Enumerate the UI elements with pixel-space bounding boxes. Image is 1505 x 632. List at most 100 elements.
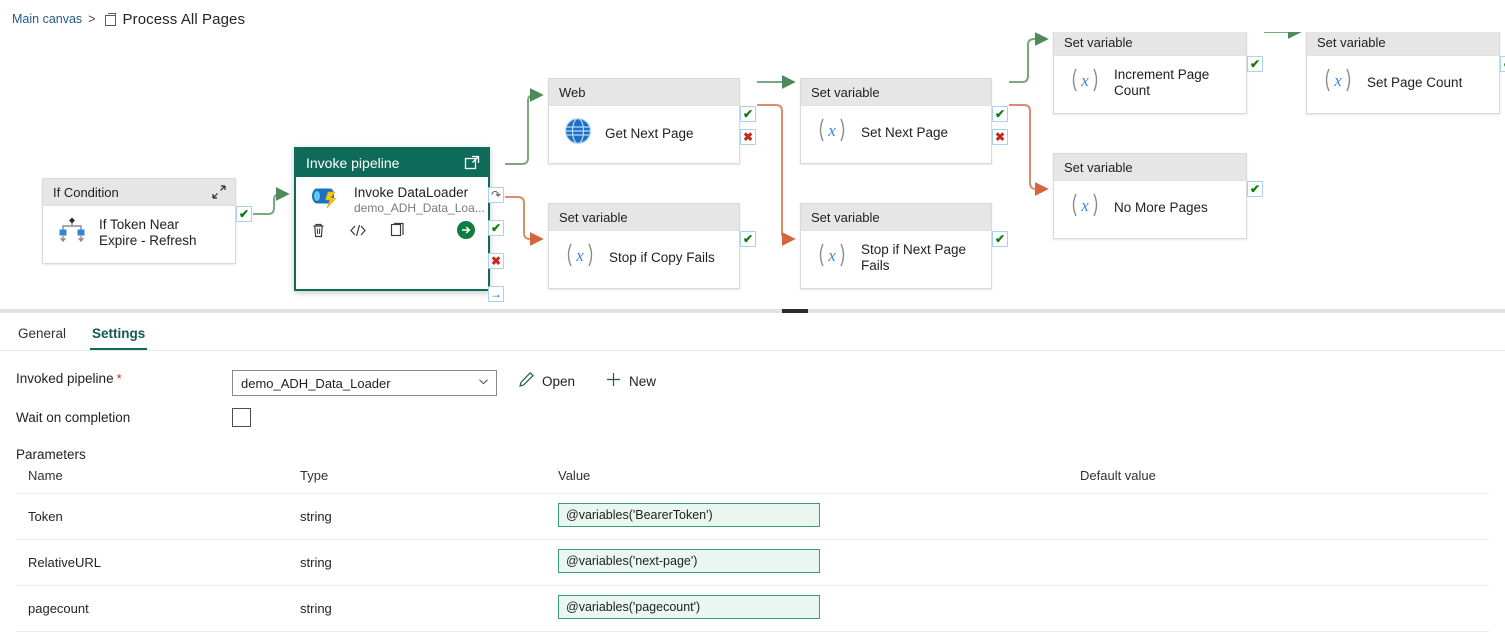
plus-icon — [605, 371, 622, 391]
handle-success-if-condition[interactable]: ✔ — [236, 206, 252, 222]
new-label: New — [629, 373, 657, 389]
activity-node-increment-page-count[interactable]: Set variable x Increment Page Count — [1053, 32, 1247, 114]
param-value-input[interactable]: @variables('BearerToken') — [558, 503, 820, 527]
activity-node-web-get-next-page[interactable]: Web Get Next Page — [548, 78, 740, 164]
run-icon[interactable] — [456, 220, 476, 245]
new-pipeline-button[interactable]: New — [605, 371, 656, 391]
table-row: pagecount string @variables('pagecount') — [16, 585, 1489, 632]
node-header: Set variable — [1054, 32, 1246, 56]
node-type-label: If Condition — [53, 184, 119, 200]
node-name-label: No More Pages — [1114, 199, 1208, 215]
handle-failure-set-next-page[interactable]: ✖ — [992, 129, 1008, 145]
node-body: Invoke DataLoader demo_ADH_Data_Loa... — [296, 177, 488, 220]
handle-failure-invoke-pipeline[interactable]: ✖ — [488, 253, 504, 269]
node-body: x Stop if Next Page Fails — [801, 231, 991, 284]
node-body: Get Next Page — [549, 106, 739, 161]
column-header-type: Type — [288, 468, 546, 494]
tab-general[interactable]: General — [16, 326, 68, 350]
open-external-icon[interactable] — [464, 155, 480, 171]
svg-text:x: x — [827, 246, 836, 265]
column-header-value: Value — [546, 468, 1068, 494]
activity-node-no-more-pages[interactable]: Set variable x No More Pages — [1053, 153, 1247, 239]
globe-icon — [563, 116, 593, 151]
invoked-pipeline-value: demo_ADH_Data_Loader — [241, 375, 391, 391]
activity-node-set-page-count[interactable]: Set variable x Set Page Count — [1306, 32, 1500, 114]
clone-icon[interactable] — [389, 222, 406, 244]
activity-node-invoke-pipeline[interactable]: Invoke pipeline Invoke DataLoader demo_A… — [294, 147, 490, 291]
breadcrumb-main-canvas-link[interactable]: Main canvas — [12, 12, 82, 26]
table-row: RelativeURL string @variables('next-page… — [16, 539, 1489, 586]
param-default-cell[interactable] — [1068, 493, 1489, 540]
parameters-section-title: Parameters — [16, 447, 86, 462]
node-sub-name-label: demo_ADH_Data_Loa... — [354, 201, 485, 215]
set-variable-icon: x — [1068, 191, 1102, 224]
tab-settings[interactable]: Settings — [90, 326, 148, 350]
invoked-pipeline-select[interactable]: demo_ADH_Data_Loader — [232, 370, 497, 396]
table-row: Token string @variables('BearerToken') — [16, 493, 1489, 540]
set-variable-icon: x — [815, 241, 849, 274]
handle-success-increment-page-count[interactable]: ✔ — [1247, 56, 1263, 72]
handle-success-no-more-pages[interactable]: ✔ — [1247, 181, 1263, 197]
table-header-row: Name Type Value Default value — [16, 468, 1489, 494]
handle-skip-invoke-pipeline[interactable]: ↷ — [488, 187, 504, 203]
handle-success-web-get-next-page[interactable]: ✔ — [740, 106, 756, 122]
param-value-cell: @variables('pagecount') — [546, 585, 1068, 632]
pencil-icon — [518, 371, 535, 391]
param-name-cell: pagecount — [16, 585, 288, 632]
param-default-cell[interactable] — [1068, 539, 1489, 586]
param-value-input[interactable]: @variables('next-page') — [558, 549, 820, 573]
svg-text:x: x — [1333, 71, 1342, 90]
set-variable-icon: x — [1321, 66, 1355, 99]
wait-on-completion-checkbox[interactable] — [232, 408, 251, 427]
node-body: x Increment Page Count — [1054, 56, 1246, 109]
invoked-pipeline-combobox[interactable]: demo_ADH_Data_Loader — [232, 370, 497, 396]
pipeline-canvas[interactable]: If Condition If Token Near Expire - Refr… — [0, 32, 1505, 310]
param-type-cell: string — [288, 493, 546, 540]
param-default-cell[interactable] — [1068, 585, 1489, 632]
param-value-input[interactable]: @variables('pagecount') — [558, 595, 820, 619]
node-name-label: Set Page Count — [1367, 74, 1463, 90]
node-header: If Condition — [43, 179, 235, 206]
param-value-cell: @variables('next-page') — [546, 539, 1068, 586]
handle-success-set-page-count[interactable]: ✔ — [1500, 56, 1505, 72]
column-header-default-value: Default value — [1068, 468, 1489, 494]
node-type-label: Set variable — [1064, 34, 1133, 50]
node-name-label: Stop if Copy Fails — [609, 249, 715, 265]
handle-success-invoke-pipeline[interactable]: ✔ — [488, 220, 504, 236]
set-variable-icon: x — [563, 241, 597, 274]
breadcrumb-separator: > — [88, 12, 96, 26]
node-body: x Set Next Page — [801, 106, 991, 159]
node-body: If Token Near Expire - Refresh — [43, 206, 235, 259]
node-body: x Stop if Copy Fails — [549, 231, 739, 284]
handle-success-stop-if-next-page-fails[interactable]: ✔ — [992, 231, 1008, 247]
svg-text:x: x — [1080, 71, 1089, 90]
activity-node-stop-if-next-page-fails[interactable]: Set variable x Stop if Next Page Fails — [800, 203, 992, 289]
activity-node-stop-if-copy-fails[interactable]: Set variable x Stop if Copy Fails — [548, 203, 740, 289]
node-type-label: Invoke pipeline — [306, 155, 400, 171]
activity-node-if-condition[interactable]: If Condition If Token Near Expire - Refr… — [42, 178, 236, 264]
code-icon[interactable] — [349, 222, 367, 244]
svg-text:x: x — [575, 246, 584, 265]
node-type-label: Set variable — [811, 84, 880, 100]
parameters-table: Name Type Value Default value Token stri… — [16, 468, 1489, 632]
pipeline-activity-icon — [104, 12, 117, 26]
open-pipeline-button[interactable]: Open — [518, 371, 575, 391]
handle-success-stop-if-copy-fails[interactable]: ✔ — [740, 231, 756, 247]
wait-on-completion-checkbox-group[interactable] — [232, 408, 251, 427]
node-type-label: Set variable — [811, 209, 880, 225]
activity-node-set-next-page[interactable]: Set variable x Set Next Page — [800, 78, 992, 164]
node-type-label: Set variable — [559, 209, 628, 225]
open-label: Open — [542, 373, 576, 389]
column-header-name: Name — [16, 468, 288, 494]
expand-diagonal-icon[interactable] — [211, 184, 227, 200]
handle-completion-invoke-pipeline[interactable]: → — [488, 286, 504, 302]
properties-tabs: General Settings — [0, 313, 1505, 351]
delete-icon[interactable] — [310, 222, 327, 244]
handle-success-set-next-page[interactable]: ✔ — [992, 106, 1008, 122]
handle-failure-web-get-next-page[interactable]: ✖ — [740, 129, 756, 145]
node-name-label: Increment Page Count — [1114, 66, 1210, 98]
node-header: Web — [549, 79, 739, 106]
node-header: Set variable — [1307, 32, 1499, 56]
chevron-down-icon[interactable] — [477, 375, 490, 391]
node-name-label: Stop if Next Page Fails — [861, 241, 967, 273]
